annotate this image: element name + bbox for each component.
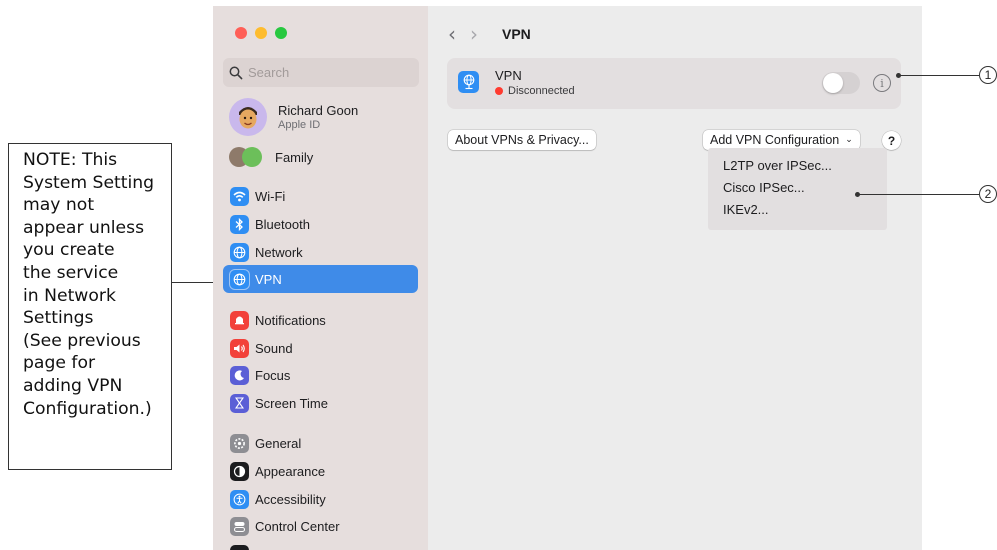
sidebar-item-vpn[interactable]: VPN: [223, 265, 418, 293]
callout-1-line: [899, 75, 979, 76]
note-line: in Network: [23, 285, 116, 306]
add-vpn-configuration-menu: L2TP over IPSec... Cisco IPSec... IKEv2.…: [708, 148, 887, 230]
note-box: NOTE: This System Setting may not appear…: [8, 143, 172, 470]
forward-arrow-icon[interactable]: ›: [470, 22, 492, 46]
vpn-service-row: VPN Disconnected i: [447, 58, 901, 109]
sidebar-item-label: VPN: [255, 271, 282, 287]
vpn-globe-icon: [458, 71, 479, 93]
toggle-knob: [823, 73, 843, 93]
sidebar-item-label: General: [255, 435, 302, 451]
sidebar-item-label: Appearance: [255, 463, 326, 479]
sidebar-item-cut-off[interactable]: [223, 541, 418, 550]
sidebar-item-label: Sound: [255, 340, 293, 356]
sidebar-item-label: Wi-Fi: [255, 188, 286, 204]
sidebar-item-sound[interactable]: Sound: [223, 334, 418, 362]
note-line: page for: [23, 353, 96, 374]
search-placeholder: Search: [248, 65, 290, 80]
system-settings-window: Search Richard Goon Apple ID Family Wi-F…: [213, 6, 922, 550]
close-window-button[interactable]: [235, 27, 247, 39]
sidebar-item-wifi[interactable]: Wi-Fi: [223, 182, 418, 210]
chevron-down-icon: ⌄: [845, 135, 853, 145]
note-line: the service: [23, 262, 119, 283]
sidebar-item-network[interactable]: Network: [223, 238, 418, 266]
sound-speaker-icon: [230, 338, 249, 358]
account-name: Richard Goon: [278, 102, 359, 118]
sidebar: Search Richard Goon Apple ID Family Wi-F…: [213, 6, 428, 550]
partial-icon: [230, 544, 249, 550]
note-line: (See previous: [23, 330, 141, 351]
sidebar-item-label: Family: [275, 149, 314, 165]
toolbar: ‹ › VPN: [448, 22, 531, 46]
sidebar-item-control-center[interactable]: Control Center: [223, 512, 418, 540]
avatar: [229, 98, 267, 136]
sidebar-item-general[interactable]: General: [223, 429, 418, 457]
note-line: adding VPN: [23, 375, 123, 396]
sidebar-item-label: Focus: [255, 367, 291, 383]
vpn-status: Disconnected: [495, 85, 575, 97]
callout-number-1: 1: [979, 66, 997, 84]
sidebar-item-accessibility[interactable]: Accessibility: [223, 485, 418, 513]
note-line: System Setting: [23, 172, 155, 193]
note-line: Settings: [23, 308, 94, 329]
sidebar-item-label: Control Center: [255, 518, 340, 534]
vpn-toggle[interactable]: [822, 72, 860, 94]
callout-number-2: 2: [979, 185, 997, 203]
menu-item-l2tp[interactable]: L2TP over IPSec...: [708, 154, 887, 176]
network-globe-icon: [230, 242, 249, 262]
sidebar-item-label: Network: [255, 244, 303, 260]
callout-2-line: [858, 194, 979, 195]
memoji-icon: [239, 107, 257, 129]
page-title: VPN: [502, 26, 531, 42]
add-vpn-configuration-button[interactable]: Add VPN Configuration ⌄: [703, 130, 860, 150]
note-line: Configuration.): [23, 398, 152, 419]
about-vpns-privacy-button[interactable]: About VPNs & Privacy...: [448, 130, 596, 150]
back-arrow-icon[interactable]: ‹: [448, 22, 470, 46]
note-line: may not: [23, 195, 95, 216]
note-line: you create: [23, 240, 115, 261]
sidebar-item-screen-time[interactable]: Screen Time: [223, 389, 418, 417]
sidebar-item-label: Notifications: [255, 312, 326, 328]
focus-moon-icon: [230, 365, 249, 385]
notifications-bell-icon: [230, 310, 249, 330]
info-icon[interactable]: i: [873, 74, 891, 92]
sidebar-item-label: Accessibility: [255, 491, 326, 507]
add-vpn-configuration-label: Add VPN Configuration: [710, 133, 840, 147]
search-input[interactable]: Search: [223, 58, 419, 87]
account-subtitle: Apple ID: [278, 118, 321, 131]
control-center-icon: [230, 516, 249, 536]
zoom-window-button[interactable]: [275, 27, 287, 39]
bluetooth-icon: [230, 214, 249, 234]
note-line: NOTE: This: [23, 150, 118, 170]
sidebar-item-label: Screen Time: [255, 395, 328, 411]
vpn-status-text: Disconnected: [508, 85, 575, 97]
status-dot-icon: [495, 87, 503, 95]
sidebar-item-bluetooth[interactable]: Bluetooth: [223, 210, 418, 238]
sidebar-item-notifications[interactable]: Notifications: [223, 306, 418, 334]
note-line: appear unless: [23, 217, 145, 238]
main-pane: ‹ › VPN VPN Disconnected i About VPNs & …: [428, 6, 922, 550]
sidebar-item-focus[interactable]: Focus: [223, 361, 418, 389]
general-gear-icon: [230, 433, 249, 453]
minimize-window-button[interactable]: [255, 27, 267, 39]
vpn-globe-icon: [230, 269, 249, 289]
accessibility-icon: [230, 489, 249, 509]
family-avatars-icon: [229, 147, 269, 167]
screen-time-hourglass-icon: [230, 393, 249, 413]
search-icon: [229, 66, 243, 79]
menu-item-ikev2[interactable]: IKEv2...: [708, 198, 887, 220]
apple-id-account[interactable]: Richard Goon Apple ID: [229, 98, 358, 136]
appearance-icon: [230, 461, 249, 481]
sidebar-item-label: Bluetooth: [255, 216, 310, 232]
vpn-service-name: VPN: [495, 68, 522, 83]
wifi-icon: [230, 186, 249, 206]
sidebar-item-appearance[interactable]: Appearance: [223, 457, 418, 485]
sidebar-item-family[interactable]: Family: [229, 147, 313, 167]
